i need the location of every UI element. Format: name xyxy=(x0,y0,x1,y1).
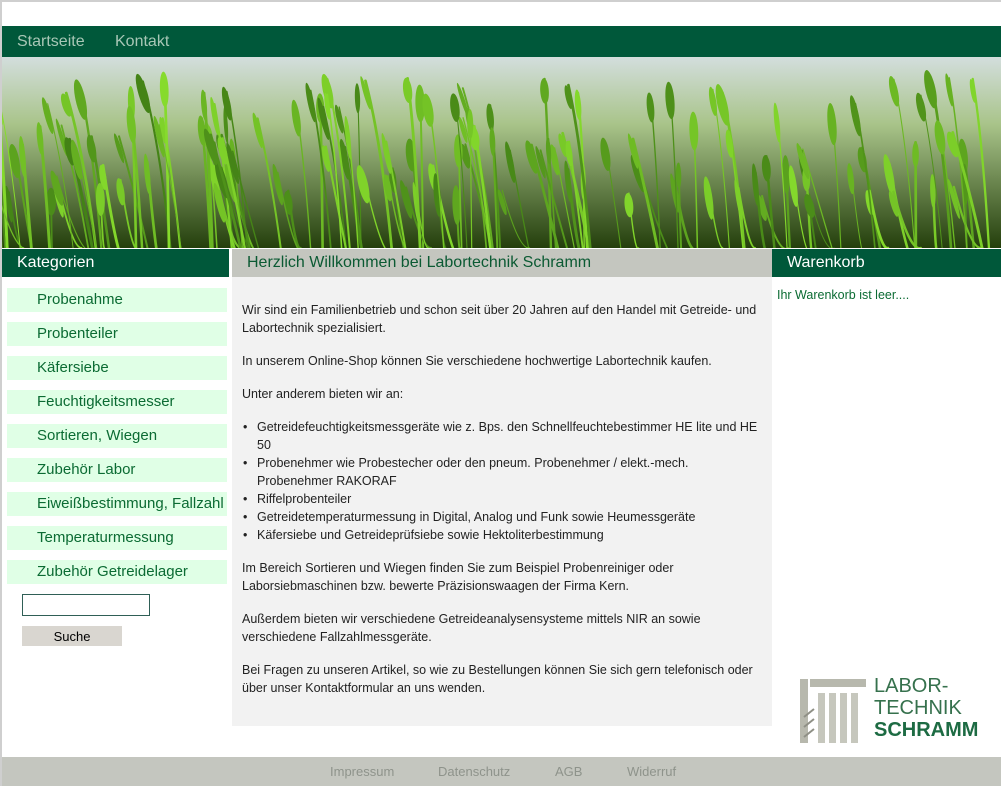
category-sortieren-wiegen[interactable]: Sortieren, Wiegen xyxy=(7,424,227,448)
shop-text: In unserem Online-Shop können Sie versch… xyxy=(242,354,712,368)
cart-empty-message: Ihr Warenkorb ist leer.... xyxy=(777,288,910,302)
sorting-text: Im Bereich Sortieren und Wiegen finden S… xyxy=(242,561,674,593)
category-temperaturmessung[interactable]: Temperaturmessung xyxy=(7,526,227,550)
category-eiweissbestimmung[interactable]: Eiweißbestimmung, Fallzahl xyxy=(7,492,227,516)
category-zubehoer-getreidelager[interactable]: Zubehör Getreidelager xyxy=(7,560,227,584)
logo-mark-icon xyxy=(798,679,866,743)
search-input[interactable] xyxy=(22,594,150,616)
logo-text: LABOR- TECHNIK SCHRAMM xyxy=(874,675,978,741)
logo-line-3: SCHRAMM xyxy=(874,719,979,741)
nav-kontakt[interactable]: Kontakt xyxy=(115,33,169,51)
offer-lead-text: Unter anderem bieten wir an: xyxy=(242,387,404,401)
logo-line-1: LABOR- xyxy=(874,675,949,697)
category-kaefersiebe[interactable]: Käfersiebe xyxy=(7,356,227,380)
category-zubehoer-labor[interactable]: Zubehör Labor xyxy=(7,458,227,482)
footer-bar: Impressum Datenschutz AGB Widerruf xyxy=(2,757,1001,786)
wheat-illustration xyxy=(2,57,1001,248)
footer-link-impressum[interactable]: Impressum xyxy=(330,764,394,779)
cart-title: Warenkorb xyxy=(772,249,1001,277)
list-item: Getreidefeuchtigkeitsmessgeräte wie z. B… xyxy=(243,418,762,454)
list-item: Probenehmer wie Probestecher oder den pn… xyxy=(243,454,762,490)
footer-link-agb[interactable]: AGB xyxy=(555,764,582,779)
category-feuchtigkeitsmesser[interactable]: Feuchtigkeitsmesser xyxy=(7,390,227,414)
logo-line-2: TECHNIK xyxy=(874,697,962,719)
company-logo: LABOR- TECHNIK SCHRAMM xyxy=(796,675,991,745)
sidebar-title: Kategorien xyxy=(2,249,229,277)
list-item: Käfersiebe und Getreideprüfsiebe sowie H… xyxy=(243,526,762,544)
category-probenahme[interactable]: Probenahme xyxy=(7,288,227,312)
footer-link-datenschutz[interactable]: Datenschutz xyxy=(438,764,510,779)
list-item: Getreidetemperaturmessung in Digital, An… xyxy=(243,508,762,526)
hero-wheat-image xyxy=(2,57,1001,248)
offer-list: Getreidefeuchtigkeitsmessgeräte wie z. B… xyxy=(242,418,762,544)
page-title: Herzlich Willkommen bei Labortechnik Sch… xyxy=(232,249,772,277)
nir-text: Außerdem bieten wir verschiedene Getreid… xyxy=(242,612,701,644)
nav-startseite[interactable]: Startseite xyxy=(17,33,85,51)
welcome-content: Wir sind ein Familienbetrieb und schon s… xyxy=(232,277,772,726)
search-button[interactable]: Suche xyxy=(22,626,122,646)
contact-text: Bei Fragen zu unseren Artikel, so wie zu… xyxy=(242,663,753,695)
list-item: Riffelprobenteiler xyxy=(243,490,762,508)
category-probenteiler[interactable]: Probenteiler xyxy=(7,322,227,346)
footer-link-widerruf[interactable]: Widerruf xyxy=(627,764,676,779)
intro-text: Wir sind ein Familienbetrieb und schon s… xyxy=(242,303,757,335)
top-nav: Startseite Kontakt xyxy=(2,26,1001,57)
